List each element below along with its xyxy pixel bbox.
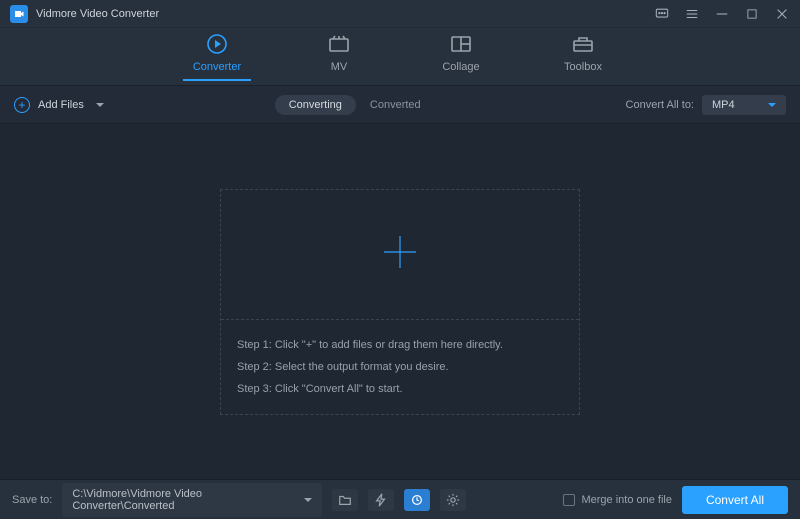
bottombar: Save to: C:\Vidmore\Vidmore Video Conver… <box>0 479 800 519</box>
save-path-text: C:\Vidmore\Vidmore Video Converter\Conve… <box>72 488 300 512</box>
tab-label: Toolbox <box>564 61 602 73</box>
step-text: Step 3: Click "Convert All" to start. <box>237 378 563 400</box>
step-text: Step 2: Select the output format you des… <box>237 356 563 378</box>
settings-button[interactable] <box>440 489 466 511</box>
feedback-icon[interactable] <box>654 6 670 22</box>
save-to-label: Save to: <box>12 494 52 506</box>
tab-label: Collage <box>442 61 479 73</box>
main-tabs: Converter MV Collage Toolbox <box>0 28 800 86</box>
tab-collage[interactable]: Collage <box>427 33 495 81</box>
dropzone-steps: Step 1: Click "+" to add files or drag t… <box>221 320 579 414</box>
app-logo <box>10 5 28 23</box>
converter-icon <box>205 33 229 55</box>
plus-icon <box>378 230 422 279</box>
chevron-down-icon <box>96 103 104 107</box>
add-files-button[interactable]: + Add Files <box>14 97 104 113</box>
main-canvas: Step 1: Click "+" to add files or drag t… <box>0 124 800 479</box>
hardware-accel-button[interactable] <box>368 489 394 511</box>
status-filter: Converting Converted <box>275 95 435 115</box>
save-path-select[interactable]: C:\Vidmore\Vidmore Video Converter\Conve… <box>62 483 322 517</box>
tab-converter[interactable]: Converter <box>183 33 251 81</box>
tab-mv[interactable]: MV <box>305 33 373 81</box>
toolbar: + Add Files Converting Converted Convert… <box>0 86 800 124</box>
dropzone: Step 1: Click "+" to add files or drag t… <box>220 189 580 415</box>
open-folder-button[interactable] <box>332 489 358 511</box>
menu-icon[interactable] <box>684 6 700 22</box>
convert-all-to: Convert All to: MP4 <box>626 95 786 115</box>
convert-all-button[interactable]: Convert All <box>682 486 788 514</box>
format-selected: MP4 <box>712 99 735 111</box>
tab-toolbox[interactable]: Toolbox <box>549 33 617 81</box>
toolbox-icon <box>571 33 595 55</box>
plus-circle-icon: + <box>14 97 30 113</box>
window-controls <box>654 6 790 22</box>
output-format-select[interactable]: MP4 <box>702 95 786 115</box>
high-speed-button[interactable] <box>404 489 430 511</box>
mv-icon <box>327 33 351 55</box>
collage-icon <box>449 33 473 55</box>
pill-converted[interactable]: Converted <box>356 95 435 115</box>
chevron-down-icon <box>304 498 312 502</box>
step-text: Step 1: Click "+" to add files or drag t… <box>237 334 563 356</box>
minimize-icon[interactable] <box>714 6 730 22</box>
pill-converting[interactable]: Converting <box>275 95 356 115</box>
tab-label: Converter <box>193 61 241 73</box>
app-title: Vidmore Video Converter <box>36 8 654 20</box>
checkbox-icon <box>563 494 575 506</box>
add-files-label: Add Files <box>38 99 84 111</box>
titlebar: Vidmore Video Converter <box>0 0 800 28</box>
chevron-down-icon <box>768 103 776 107</box>
convert-all-to-label: Convert All to: <box>626 99 694 111</box>
merge-checkbox[interactable]: Merge into one file <box>563 494 672 506</box>
dropzone-add-area[interactable] <box>221 190 579 320</box>
tab-label: MV <box>331 61 348 73</box>
merge-label: Merge into one file <box>581 494 672 506</box>
maximize-icon[interactable] <box>744 6 760 22</box>
close-icon[interactable] <box>774 6 790 22</box>
